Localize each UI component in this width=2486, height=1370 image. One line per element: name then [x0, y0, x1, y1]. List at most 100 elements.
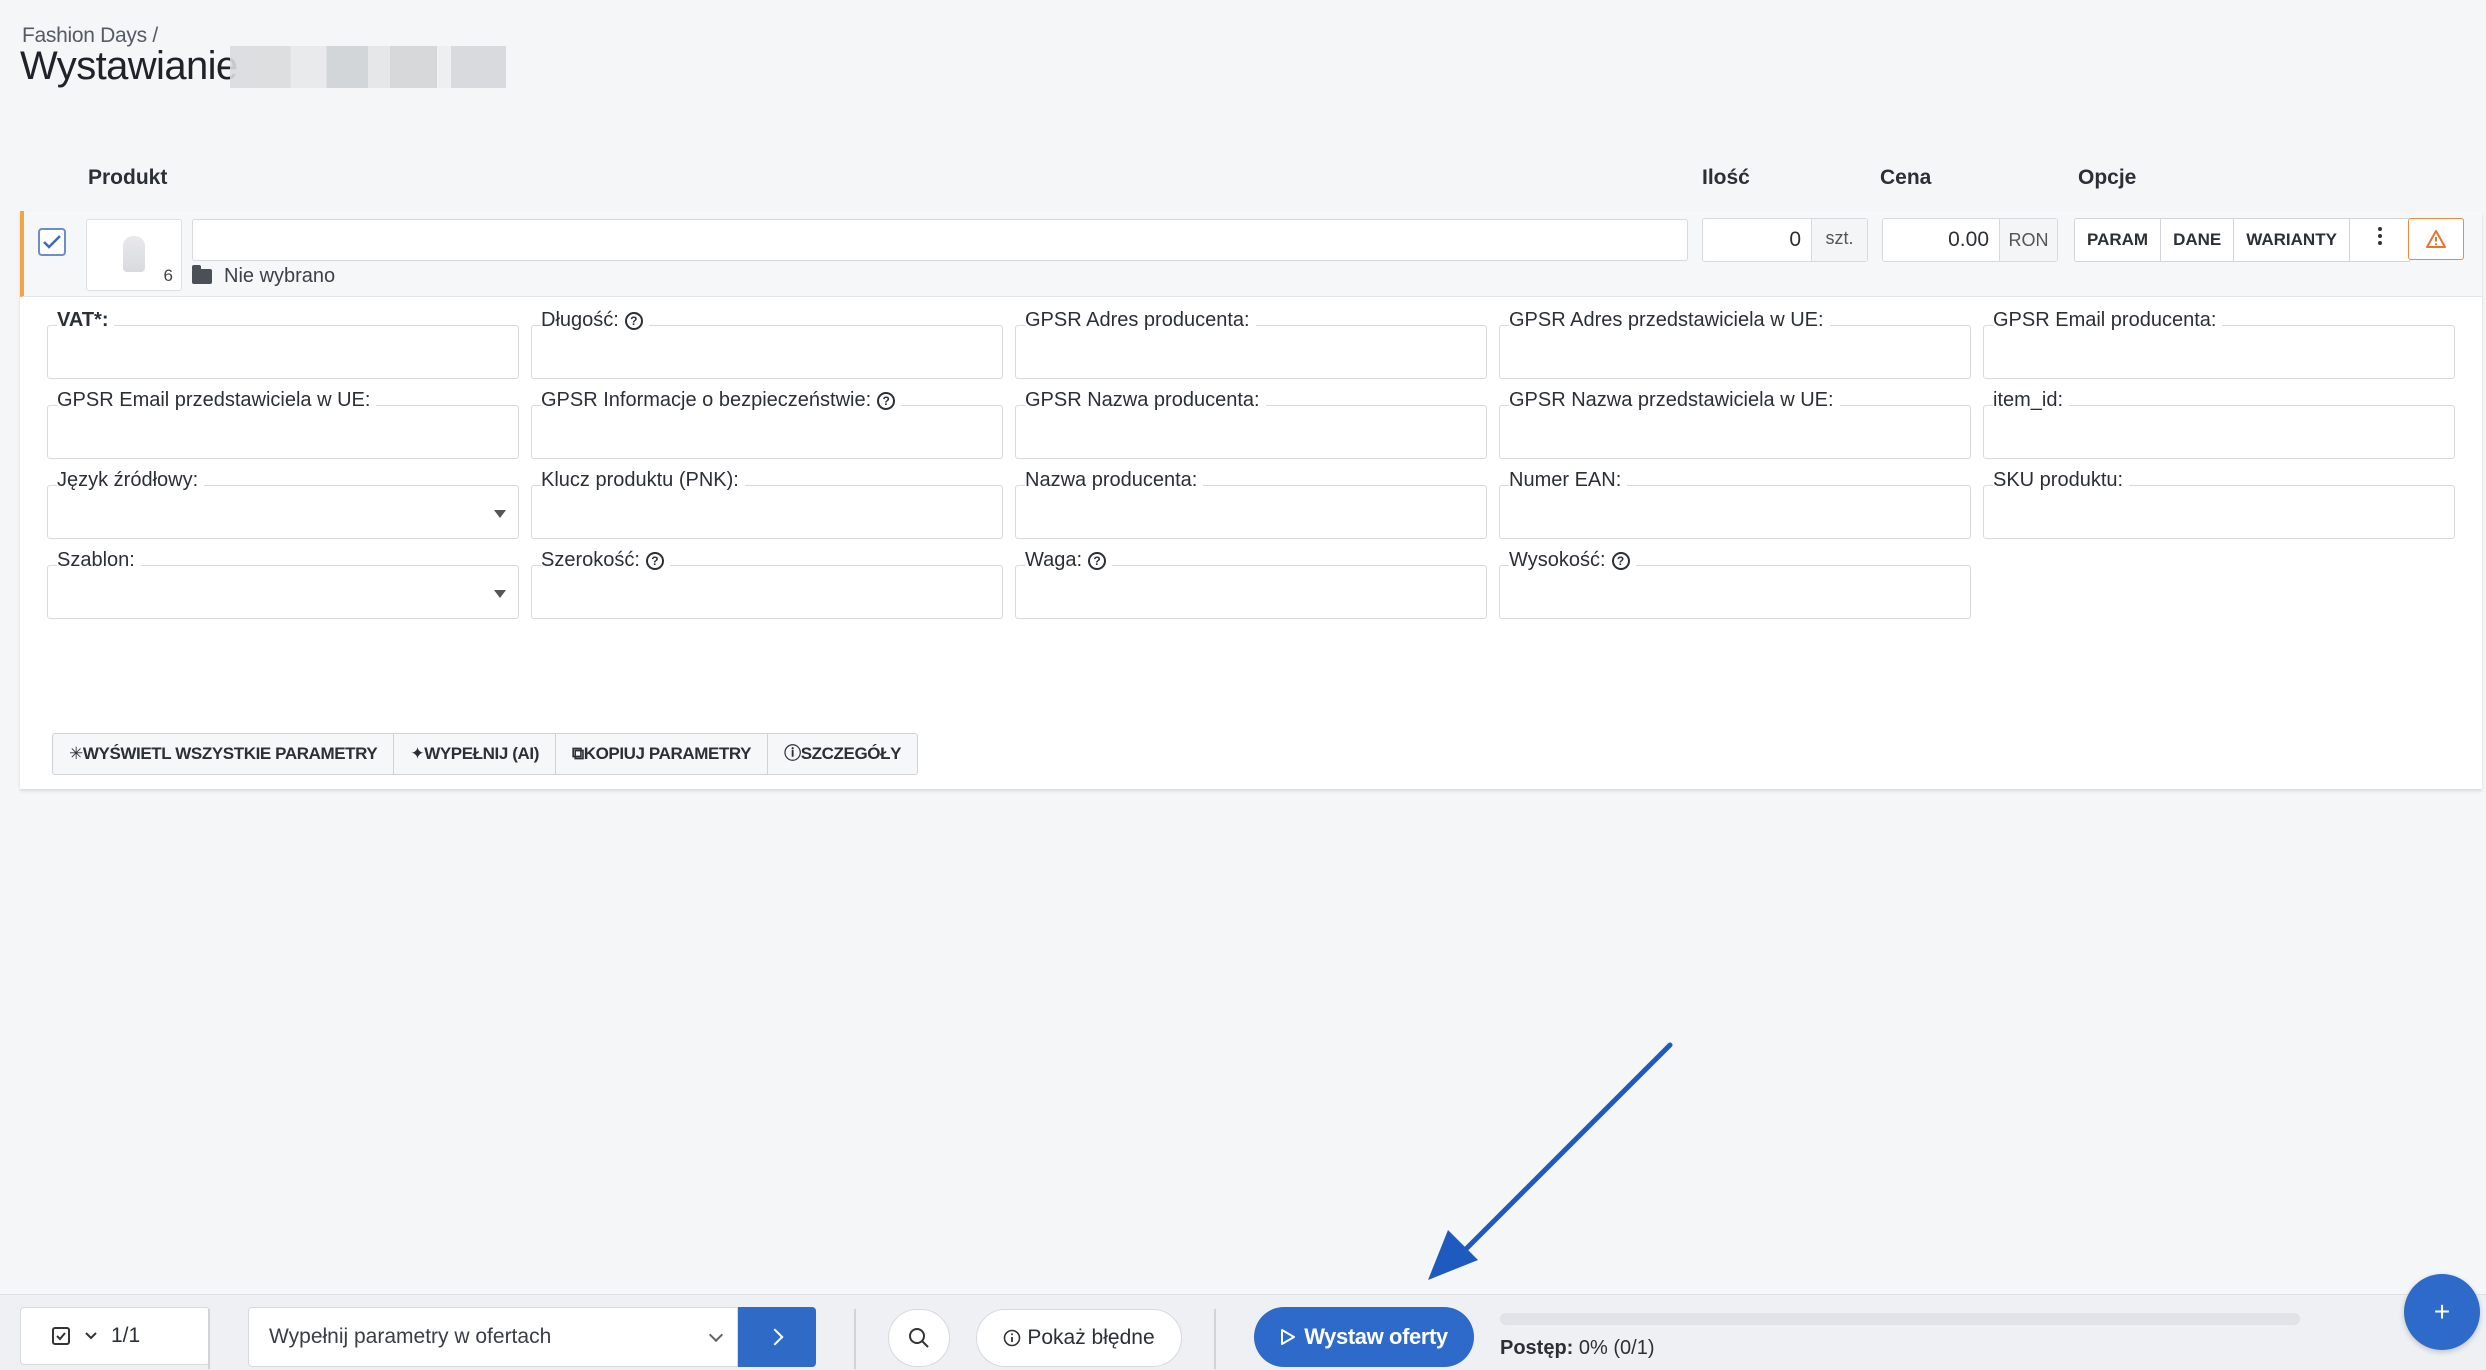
- parameter-input[interactable]: [1983, 325, 2455, 379]
- product-image: [123, 236, 145, 272]
- info-icon: ⓘ: [784, 744, 801, 763]
- parameter-label-text: Waga:: [1025, 549, 1083, 571]
- parameter-input[interactable]: [1499, 565, 1971, 619]
- parameter-input[interactable]: [1499, 405, 1971, 459]
- help-icon[interactable]: ?: [1611, 551, 1630, 570]
- caret-down-icon: [494, 590, 506, 598]
- price-field[interactable]: 0.00 RON: [1882, 218, 2058, 262]
- run-bulk-action-button[interactable]: [738, 1307, 816, 1367]
- parameter-input[interactable]: [1983, 405, 2455, 459]
- parameter-input[interactable]: [531, 485, 1003, 539]
- row-checkbox[interactable]: [38, 228, 66, 256]
- parameter-label: Szablon:: [57, 549, 141, 572]
- parameter-input[interactable]: [531, 405, 1003, 459]
- parameter-input[interactable]: [1015, 325, 1487, 379]
- page-title: Wystawianie: [20, 44, 238, 88]
- parameter-label-text: item_id:: [1993, 389, 2064, 411]
- redacted-title-suffix: [230, 46, 506, 88]
- progress-value: 0% (0/1): [1578, 1337, 1655, 1359]
- parameter-input[interactable]: [1015, 565, 1487, 619]
- parameter-label-text: Długość:: [541, 309, 619, 331]
- help-icon[interactable]: ?: [877, 391, 896, 410]
- product-name-input[interactable]: [192, 219, 1688, 261]
- help-icon[interactable]: ?: [645, 551, 664, 570]
- column-header-options: Opcje: [2078, 166, 2137, 189]
- parameter-label: item_id:: [1993, 389, 2070, 412]
- checkmark-icon: [43, 235, 61, 249]
- image-count: 6: [163, 266, 173, 285]
- help-icon[interactable]: ?: [1088, 551, 1107, 570]
- column-header-quantity: Ilość: [1702, 166, 1750, 189]
- show-errors-button[interactable]: Pokaż błędne: [976, 1309, 1182, 1367]
- parameter-label-text: Klucz produktu (PNK):: [541, 469, 739, 491]
- help-icon[interactable]: ?: [624, 311, 643, 330]
- parameter-select[interactable]: [47, 565, 519, 619]
- quantity-value[interactable]: 0: [1703, 219, 1811, 261]
- parameter-label: Nazwa producenta:: [1025, 469, 1204, 492]
- parameter-select[interactable]: [47, 485, 519, 539]
- asterisk-icon: ✳: [69, 744, 83, 763]
- parameter-input[interactable]: [1983, 485, 2455, 539]
- publish-offers-button[interactable]: Wystaw oferty: [1254, 1307, 1474, 1367]
- parameter-input[interactable]: [1015, 405, 1487, 459]
- dane-button[interactable]: DANE: [2161, 219, 2235, 261]
- price-value[interactable]: 0.00: [1883, 219, 1999, 261]
- listing-page: Fashion Days / Wystawianie Produkt Ilość…: [0, 0, 2486, 1370]
- row-options: PARAM DANE WARIANTY: [2074, 218, 2411, 262]
- publish-label: Wystaw oferty: [1304, 1324, 1448, 1349]
- parameter-label-text: Nazwa producenta:: [1025, 469, 1198, 491]
- parameter-label: Waga:?: [1025, 549, 1113, 572]
- play-icon: [1281, 1329, 1296, 1345]
- details-button[interactable]: ⓘSZCZEGÓŁY: [768, 734, 917, 774]
- parameter-input[interactable]: [47, 405, 519, 459]
- column-header-product: Produkt: [88, 166, 168, 189]
- parameter-input[interactable]: [1499, 485, 1971, 539]
- parameter-input[interactable]: [1499, 325, 1971, 379]
- param-button[interactable]: PARAM: [2075, 219, 2162, 261]
- parameter-label: VAT*:: [57, 309, 115, 332]
- search-icon: [909, 1328, 929, 1348]
- quantity-field[interactable]: 0 szt.: [1702, 218, 1868, 262]
- progress-label: Postęp:: [1500, 1337, 1574, 1359]
- warianty-button[interactable]: WARIANTY: [2234, 219, 2350, 261]
- parameter-label: Długość:?: [541, 309, 649, 332]
- parameter-label: GPSR Email przedstawiciela w UE:: [57, 389, 377, 412]
- parameter-label-text: SKU produktu:: [1993, 469, 2124, 491]
- currency-label: RON: [1999, 219, 2057, 261]
- parameter-label: GPSR Adres producenta:: [1025, 309, 1256, 332]
- parameter-label: SKU produktu:: [1993, 469, 2130, 492]
- selection-toggle[interactable]: 1/1: [20, 1307, 210, 1365]
- parameter-input[interactable]: [47, 325, 519, 379]
- parameter-label: Klucz produktu (PNK):: [541, 469, 745, 492]
- show-all-parameters-button[interactable]: ✳WYŚWIETL WSZYSTKIE PARAMETRY: [53, 734, 395, 774]
- category-selector[interactable]: Nie wybrano: [192, 265, 335, 288]
- divider: [854, 1309, 856, 1369]
- copy-parameters-button[interactable]: ⧉KOPIUJ PARAMETRY: [556, 734, 769, 774]
- parameter-label: GPSR Adres przedstawiciela w UE:: [1509, 309, 1830, 332]
- fill-ai-button[interactable]: ✦WYPEŁNIJ (AI): [394, 734, 556, 774]
- search-button[interactable]: [888, 1309, 950, 1367]
- parameter-label-text: GPSR Adres producenta:: [1025, 309, 1250, 331]
- warning-button[interactable]: [2408, 218, 2464, 260]
- product-thumbnail[interactable]: 6: [86, 219, 182, 291]
- parameter-input[interactable]: [531, 565, 1003, 619]
- divider: [208, 1309, 210, 1369]
- parameter-actions: ✳WYŚWIETL WSZYSTKIE PARAMETRY ✦WYPEŁNIJ …: [52, 733, 919, 775]
- parameter-label-text: VAT*:: [57, 309, 109, 331]
- bulk-action-select[interactable]: Wypełnij parametry w ofertach: [248, 1307, 738, 1367]
- parameter-label-text: GPSR Adres przedstawiciela w UE:: [1509, 309, 1824, 331]
- bulk-action-label: Wypełnij parametry w ofertach: [269, 1325, 552, 1348]
- parameter-label: GPSR Nazwa producenta:: [1025, 389, 1266, 412]
- divider: [1214, 1309, 1216, 1369]
- sparkles-icon: ✦: [410, 744, 425, 763]
- parameter-label-text: Numer EAN:: [1509, 469, 1622, 491]
- folder-icon: [192, 265, 212, 284]
- parameter-input[interactable]: [1015, 485, 1487, 539]
- caret-down-icon: [494, 510, 506, 518]
- parameter-label: GPSR Informacje o bezpieczeństwie:?: [541, 389, 902, 412]
- chevron-down-icon: [85, 1332, 97, 1340]
- more-vertical-icon[interactable]: [2350, 219, 2410, 261]
- add-button[interactable]: +: [2404, 1274, 2480, 1350]
- parameter-input[interactable]: [531, 325, 1003, 379]
- parameter-label-text: GPSR Email producenta:: [1993, 309, 2217, 331]
